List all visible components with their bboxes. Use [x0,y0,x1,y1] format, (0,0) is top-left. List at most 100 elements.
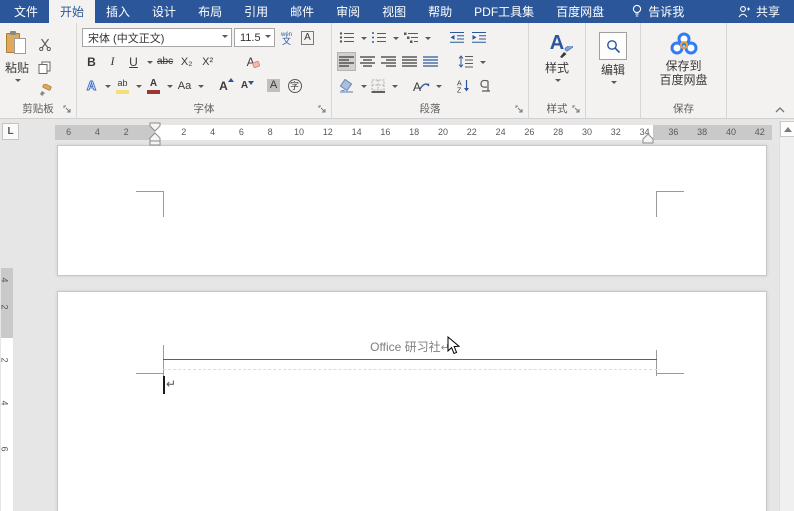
strikethrough-button[interactable]: abc [155,52,175,71]
styles-dialog-launcher[interactable] [571,104,582,115]
ruler-number: 36 [668,127,679,137]
text-cursor [163,376,165,394]
tab-视图[interactable]: 视图 [371,0,417,23]
ruler-number: 4 [210,127,216,137]
asian-layout-chevron[interactable] [436,84,442,91]
tab-文件[interactable]: 文件 [3,0,49,23]
borders-chevron[interactable] [392,84,398,91]
page-1[interactable] [57,145,767,276]
italic-button[interactable]: I [103,52,122,71]
font-dialog-launcher[interactable] [317,104,328,115]
enclose-characters-button[interactable]: 字 [285,76,304,95]
justify-button[interactable] [400,52,419,71]
tab-布局[interactable]: 布局 [187,0,233,23]
decrease-indent-button[interactable] [447,28,467,47]
numbering-chevron[interactable] [393,36,399,43]
asian-layout-icon: A [413,80,430,93]
tab-PDF工具集[interactable]: PDF工具集 [463,0,545,23]
grow-font-button[interactable]: A [214,76,234,95]
share-button[interactable]: 共享 [724,0,794,23]
font-color-chevron[interactable] [167,84,173,91]
scroll-up-button[interactable] [780,121,794,137]
numbering-button[interactable] [369,28,389,47]
borders-button[interactable] [369,76,388,95]
highlight-chevron[interactable] [136,84,142,91]
align-center-button[interactable] [358,52,377,71]
change-case-chevron[interactable] [198,84,204,91]
underline-button[interactable]: U [124,52,143,71]
character-border-button[interactable]: A [298,28,317,47]
tab-设计[interactable]: 设计 [141,0,187,23]
shrink-font-button[interactable]: A [235,76,255,95]
tab-百度网盘[interactable]: 百度网盘 [545,0,615,23]
shading-button[interactable] [337,76,357,95]
multilevel-list-chevron[interactable] [425,36,431,43]
tab-引用[interactable]: 引用 [233,0,279,23]
ruler-number: 2 [123,127,129,137]
show-hide-marks-button[interactable] [475,76,494,95]
font-size-combo[interactable]: 11.5 [234,28,275,47]
line-spacing-chevron[interactable] [480,60,486,67]
scissors-icon [38,38,51,51]
ruler-number: 2 [181,127,187,137]
shading-chevron[interactable] [361,84,367,91]
collapse-ribbon-button[interactable] [774,105,786,114]
svg-text:Z: Z [457,87,462,93]
ruler-number: 8 [267,127,273,137]
character-shading-button[interactable]: A [264,76,283,95]
tab-审阅[interactable]: 审阅 [325,0,371,23]
tab-开始[interactable]: 开始 [49,0,96,23]
tab-stop-selector[interactable]: L [2,123,19,140]
clipboard-dialog-launcher[interactable] [62,104,73,115]
font-name-combo[interactable]: 宋体 (中文正文) [82,28,232,47]
phonetic-guide-icon: wén 文 [280,31,292,46]
align-right-button[interactable] [379,52,398,71]
hruler-bar[interactable]: 6 4 2 2 4 6 8 10 12 14 16 18 20 22 24 26 28 30 32 34 36 38 40 4… [55,122,772,146]
line-spacing-button[interactable] [456,52,476,71]
ruler-number: 16 [380,127,391,137]
document-area[interactable]: Office 研习社↵ ↵ [14,145,779,511]
change-case-button[interactable]: Aa [175,76,194,95]
vertical-scrollbar[interactable] [779,120,794,511]
tab-邮件[interactable]: 邮件 [279,0,325,23]
page-2[interactable]: Office 研习社↵ ↵ [57,291,767,511]
right-indent-marker[interactable] [642,134,655,144]
clear-formatting-button[interactable]: A [241,52,261,71]
subscript-button[interactable]: X₂ [177,52,196,71]
tab-帮助[interactable]: 帮助 [417,0,463,23]
highlight-button[interactable]: ab [113,76,132,95]
distribute-button[interactable] [421,52,440,71]
ruler-number: 6 [0,446,10,452]
increase-indent-button[interactable] [469,28,489,47]
save-to-baidu-button[interactable]: 保存到 百度网盘 [641,27,726,105]
tell-me-button[interactable]: 告诉我 [621,0,694,23]
font-color-button[interactable]: A [144,76,163,95]
sort-button[interactable]: AZ [454,76,473,95]
styles-button[interactable]: A 样式 [529,27,585,105]
asian-layout-button[interactable]: A [410,76,432,95]
ruler-number: 40 [725,127,737,137]
bullets-button[interactable] [337,28,357,47]
cut-button[interactable] [35,35,54,54]
save-group-label: 保存 [673,103,694,115]
text-effects-button[interactable]: A [82,76,101,95]
header-text[interactable]: Office 研习社↵ [163,338,657,355]
editing-button[interactable]: 编辑 [586,27,640,105]
copy-icon [38,61,51,74]
paragraph-dialog-launcher[interactable] [514,104,525,115]
copy-button[interactable] [35,58,54,77]
bullets-chevron[interactable] [361,36,367,43]
phonetic-guide-button[interactable]: wén 文 [277,28,296,47]
superscript-button[interactable]: X² [198,52,217,71]
multilevel-list-button[interactable] [401,28,421,47]
paste-button[interactable]: 粘贴 [5,27,29,105]
format-painter-button[interactable] [35,81,54,100]
share-label: 共享 [755,5,780,19]
bold-button[interactable]: B [82,52,101,71]
text-effects-chevron[interactable] [105,84,111,91]
magnifier-icon [606,39,620,53]
tab-插入[interactable]: 插入 [95,0,141,23]
align-left-button[interactable] [337,52,356,71]
underline-options-chevron[interactable] [147,60,153,67]
indent-markers[interactable] [149,122,162,146]
